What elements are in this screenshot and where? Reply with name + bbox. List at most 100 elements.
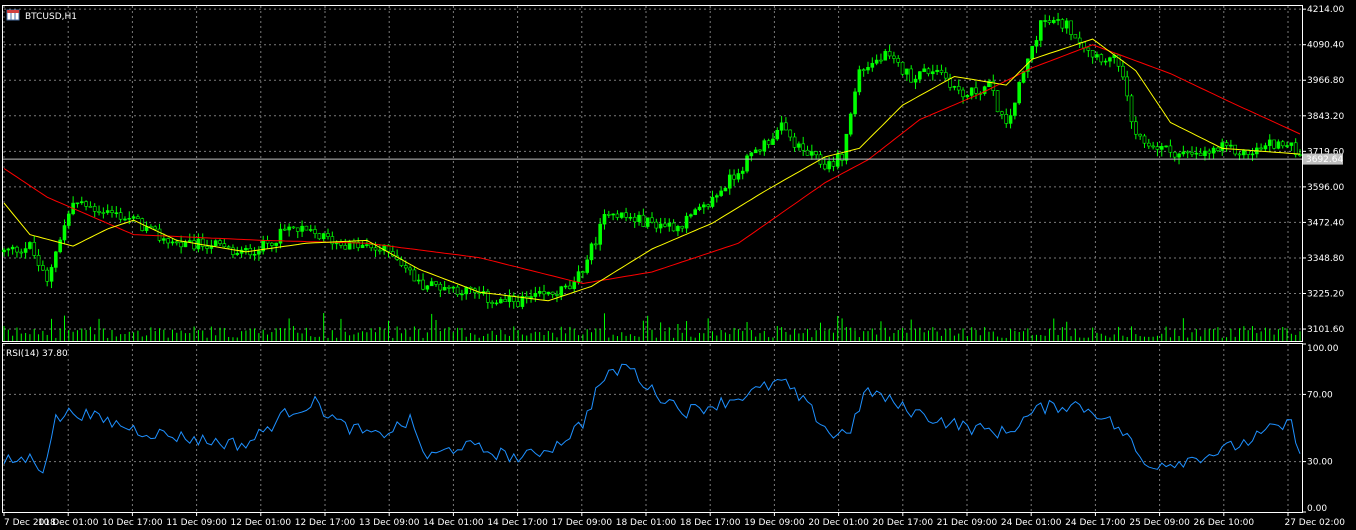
candle-body: [1224, 142, 1229, 146]
time-axis: 7 Dec 201810 Dec 01:00 10 Dec 17:00 11 Dec…: [3, 512, 1345, 528]
rsi-panel-border: [2, 343, 1303, 513]
candle-body: [84, 201, 88, 207]
symbol-header[interactable]: BTCUSD,H1: [6, 9, 77, 22]
candle-body: [542, 291, 546, 295]
candle-body: [373, 247, 378, 251]
candle-body: [498, 299, 503, 304]
candle-body: [1276, 141, 1281, 149]
candle-body: [36, 255, 41, 266]
candle-body: [1263, 145, 1268, 150]
candle-body: [822, 163, 827, 170]
candle-body: [192, 240, 196, 250]
candle-body: [702, 204, 706, 208]
time-tick-label: 25 Dec 09:00: [1129, 518, 1190, 528]
main-panel-border: [2, 5, 1303, 342]
candle-body: [654, 221, 659, 229]
candle-body: [585, 259, 590, 273]
time-tick-label: 14 Dec 17:00: [487, 518, 548, 528]
candle-body: [231, 247, 235, 255]
candle-body: [568, 285, 572, 289]
price-tick-label: 3101.60: [1307, 325, 1344, 335]
candle-body: [576, 271, 581, 283]
candle-body: [874, 59, 879, 64]
candle-body: [222, 243, 227, 248]
candle-body: [403, 265, 408, 269]
candle-body: [118, 212, 123, 220]
candle-body: [1229, 144, 1233, 147]
candle-body: [304, 225, 309, 231]
candle-body: [1194, 152, 1199, 155]
rsi-tick-label: 70.00: [1307, 390, 1333, 400]
candle-body: [1237, 153, 1242, 156]
candle-body: [205, 246, 209, 249]
candle-body: [62, 225, 67, 241]
candle-body: [157, 228, 162, 241]
candle-body: [490, 302, 494, 304]
candle-body: [321, 233, 326, 240]
candle-body: [179, 242, 183, 248]
candle-body: [775, 130, 780, 140]
candle-body: [1077, 37, 1082, 43]
candle-body: [41, 265, 45, 271]
candle-body: [1220, 142, 1225, 151]
candle-body: [408, 267, 412, 271]
candle-body: [749, 152, 754, 157]
candle-body: [438, 283, 443, 291]
candle-body: [170, 241, 175, 244]
candle-body: [464, 286, 469, 295]
candle-body: [641, 214, 646, 227]
candle-body: [693, 209, 698, 215]
candle-body: [92, 206, 97, 212]
candle-body: [943, 72, 948, 79]
candle-body: [831, 161, 836, 167]
candle-body: [1095, 54, 1099, 58]
candle-body: [628, 216, 633, 219]
candle-body: [326, 233, 330, 237]
candle-body: [360, 244, 365, 249]
candle-body: [1207, 150, 1212, 154]
candle-body: [1259, 147, 1263, 150]
candle-body: [706, 204, 710, 207]
candle-body: [88, 205, 93, 208]
candle-body: [784, 122, 788, 131]
price-tick-label: 3843.20: [1307, 112, 1344, 122]
candle-body: [6, 248, 11, 251]
candle-body: [1051, 20, 1056, 23]
candle-body: [507, 295, 512, 303]
time-tick-label: 24 Dec 01:00: [1001, 518, 1062, 528]
candle-body: [110, 210, 114, 214]
time-tick-label: 18 Dec 17:00: [680, 518, 741, 528]
candle-body: [844, 133, 849, 161]
candle-body: [503, 299, 507, 303]
candle-body: [956, 86, 961, 91]
candle-body: [930, 71, 935, 75]
time-tick-label: 12 Dec 01:00: [231, 518, 292, 528]
candle-body: [252, 253, 257, 256]
candle-body: [1203, 150, 1207, 157]
candle-body: [28, 242, 32, 249]
candle-body: [559, 286, 564, 296]
candle-body: [162, 238, 166, 241]
candle-body: [935, 69, 939, 73]
candle-body: [1142, 135, 1147, 144]
candle-body: [1108, 57, 1112, 62]
candle-body: [1008, 115, 1013, 124]
candle-body: [153, 226, 157, 230]
candle-body: [114, 212, 119, 214]
candle-body: [762, 140, 767, 152]
candle-body: [788, 129, 793, 138]
current-price-value: 3692.64: [1306, 155, 1343, 165]
candle-body: [1285, 145, 1289, 147]
candle-body: [369, 244, 374, 249]
candle-body: [19, 251, 24, 254]
price-tick-label: 4090.40: [1307, 41, 1344, 51]
candle-body: [611, 213, 615, 216]
candle-body: [602, 214, 607, 225]
candle-body: [1000, 111, 1004, 115]
time-tick-label: 27 Dec 02:00: [1284, 518, 1345, 528]
candle-body: [537, 291, 542, 294]
candle-body: [1073, 34, 1078, 39]
candle-body: [295, 227, 300, 232]
candle-body: [1064, 20, 1069, 29]
candle-body: [1103, 60, 1108, 63]
